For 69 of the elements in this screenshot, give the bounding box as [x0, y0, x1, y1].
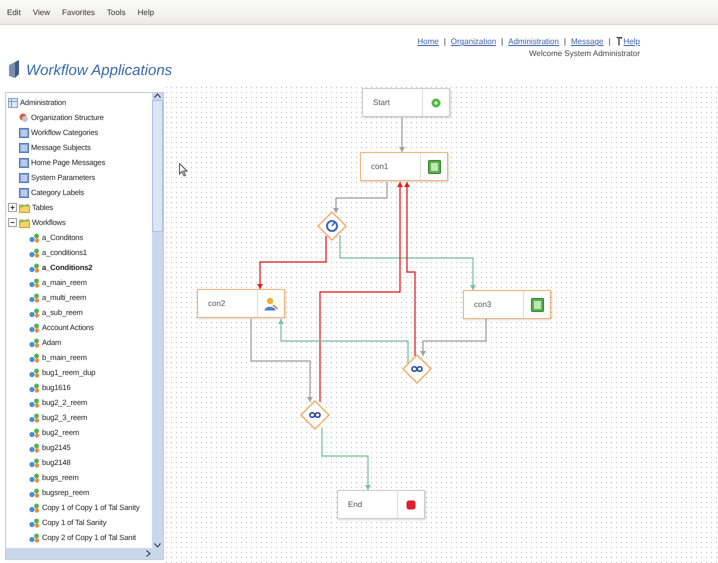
folder-icon: [19, 218, 30, 228]
nav-link[interactable]: Organization: [450, 37, 496, 46]
table-icon: [19, 188, 29, 198]
menu-item[interactable]: Help: [138, 8, 154, 16]
workflow-icon: [29, 338, 40, 348]
menu-item[interactable]: Favorites: [62, 8, 95, 16]
workflow-icon: [29, 292, 40, 302]
workflow-icon: [29, 518, 40, 528]
workflow-icon: [29, 502, 40, 512]
workflow-icon: [29, 278, 40, 288]
app-title: Workflow Applications: [26, 62, 172, 79]
folder-icon: [19, 202, 30, 212]
separator: |: [444, 37, 446, 46]
logo-icon: [8, 59, 20, 79]
help-icon: [616, 37, 622, 46]
workflow-node[interactable]: con1: [360, 152, 448, 181]
nav-link[interactable]: Home: [417, 37, 439, 46]
workflow-icon: [29, 442, 40, 452]
separator: |: [564, 37, 566, 46]
expand-icon[interactable]: [8, 203, 17, 212]
horizontal-scrollbar[interactable]: [6, 548, 163, 559]
start-icon: [431, 98, 441, 108]
menu-item[interactable]: View: [32, 8, 50, 16]
table-icon: [19, 172, 29, 182]
stop-icon: [406, 500, 416, 510]
document-icon: [428, 160, 440, 174]
workflow-icon: [29, 382, 40, 392]
help-link[interactable]: Help: [624, 37, 640, 46]
join-node[interactable]: [402, 354, 432, 384]
workflow-icon: [29, 262, 40, 272]
nav-link[interactable]: Administration: [508, 37, 559, 46]
table-icon: [19, 142, 29, 152]
separator: |: [608, 37, 611, 46]
nav-link[interactable]: Message: [571, 37, 604, 46]
workflow-icon: [29, 308, 40, 318]
vertical-scrollbar[interactable]: [152, 93, 163, 548]
workflow-node[interactable]: Start: [362, 88, 450, 117]
workflow-icon: [29, 368, 40, 378]
pointer-icon: [179, 163, 188, 177]
table-icon: [19, 158, 29, 168]
workflow-icon: [29, 248, 40, 258]
workflow-icon: [29, 532, 40, 542]
workflow-icon: [29, 232, 40, 242]
workflow-icon: [29, 458, 40, 468]
menu-item[interactable]: Edit: [7, 8, 21, 16]
menu-item[interactable]: Tools: [106, 8, 126, 16]
scroll-right-icon[interactable]: [146, 550, 151, 557]
user-icon: [264, 296, 278, 310]
document-icon: [530, 298, 544, 312]
workflow-icon: [29, 472, 40, 482]
join-node[interactable]: [300, 400, 330, 430]
table-icon: [19, 128, 29, 138]
org-icon: [19, 112, 29, 122]
workflow-icon: [29, 398, 40, 408]
separator: |: [501, 37, 504, 46]
workflow-icon: [29, 322, 40, 332]
scroll-up-icon[interactable]: [154, 93, 161, 98]
workflow-node[interactable]: con3: [463, 290, 551, 319]
welcome-text: Welcome System Administrator: [529, 49, 640, 58]
workflow-icon: [29, 412, 40, 422]
workflow-icon: [29, 352, 40, 362]
collapse-icon[interactable]: [8, 218, 17, 227]
workflow-icon: [29, 488, 40, 498]
workflow-icon: [29, 428, 40, 438]
workflow-node[interactable]: End: [337, 490, 425, 519]
workflow-node[interactable]: con2: [197, 289, 285, 318]
scroll-down-icon[interactable]: [154, 543, 161, 548]
grid-icon: [8, 98, 18, 108]
decision-node[interactable]: [317, 211, 347, 241]
